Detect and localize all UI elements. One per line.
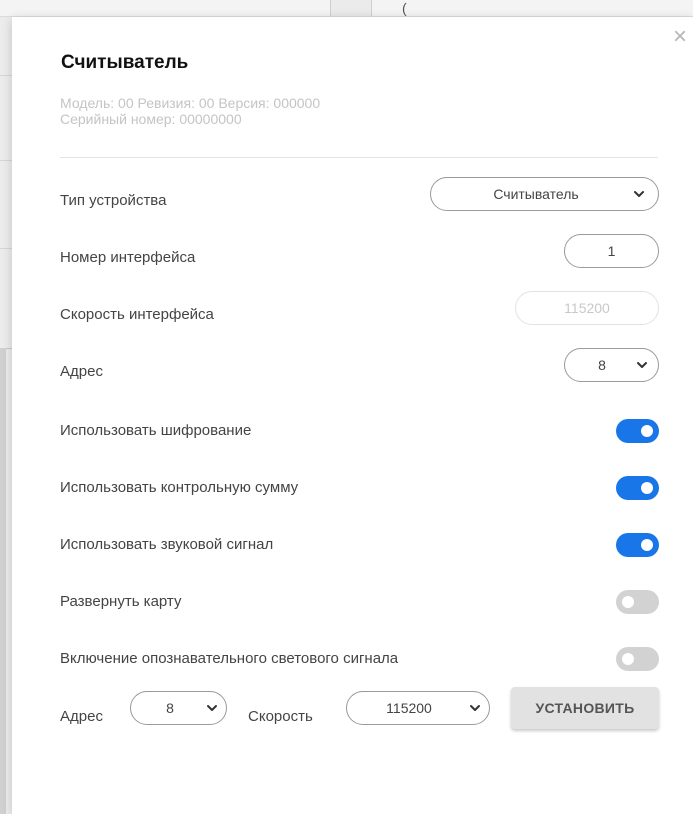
chevron-down-icon	[637, 362, 647, 368]
footer-speed-select[interactable]: 115200	[346, 691, 490, 725]
encryption-label: Использовать шифрование	[60, 422, 252, 439]
background-divider	[0, 75, 12, 76]
background-edge	[0, 348, 6, 814]
interface-number-label: Номер интерфейса	[60, 249, 196, 266]
chevron-down-icon	[634, 191, 644, 197]
device-info: Модель: 00 Ревизия: 00 Версия: 000000 Се…	[60, 95, 320, 127]
sound-signal-label: Использовать звуковой сигнал	[60, 536, 274, 553]
address-value: 8	[598, 357, 606, 373]
background-divider	[0, 160, 12, 161]
device-type-value: Считыватель	[493, 186, 579, 202]
identification-light-label: Включение опознавательного светового сиг…	[60, 650, 399, 667]
identification-light-toggle[interactable]	[616, 647, 659, 671]
checksum-toggle[interactable]	[616, 476, 659, 500]
device-type-label: Тип устройства	[60, 192, 167, 209]
footer-speed-value: 115200	[386, 700, 432, 716]
sound-signal-toggle[interactable]	[616, 533, 659, 557]
dialog-title: Считыватель	[61, 52, 189, 73]
expand-card-label: Развернуть карту	[60, 593, 182, 610]
footer-address-label: Адрес	[60, 708, 103, 725]
device-info-model: Модель: 00 Ревизия: 00 Версия: 000000	[60, 95, 321, 111]
set-button[interactable]: УСТАНОВИТЬ	[511, 687, 659, 729]
interface-speed-label: Скорость интерфейса	[60, 306, 214, 323]
background-divider	[0, 248, 12, 249]
interface-speed-input: 115200	[515, 291, 659, 325]
footer-address-value: 8	[166, 700, 174, 716]
address-label: Адрес	[60, 363, 103, 380]
toggle-knob	[622, 596, 634, 608]
footer-address-select[interactable]: 8	[130, 691, 227, 725]
toggle-knob	[641, 482, 653, 494]
chevron-down-icon	[207, 705, 217, 711]
toggle-knob	[641, 539, 653, 551]
toggle-knob	[622, 653, 634, 665]
footer-speed-label: Скорость	[248, 708, 313, 725]
device-type-select[interactable]: Считыватель	[430, 177, 659, 211]
address-select[interactable]: 8	[564, 348, 659, 382]
checksum-label: Использовать контрольную сумму	[60, 479, 299, 496]
interface-number-input[interactable]: 1	[564, 234, 659, 268]
header-divider	[60, 157, 658, 158]
chevron-down-icon	[470, 705, 480, 711]
background-app-column	[330, 0, 372, 16]
close-icon[interactable]: ×	[669, 25, 691, 49]
expand-card-toggle[interactable]	[616, 590, 659, 614]
toggle-knob	[641, 425, 653, 437]
encryption-toggle[interactable]	[616, 419, 659, 443]
background-app-icon: (	[402, 0, 407, 16]
device-info-serial: Серийный номер: 00000000	[60, 111, 242, 127]
